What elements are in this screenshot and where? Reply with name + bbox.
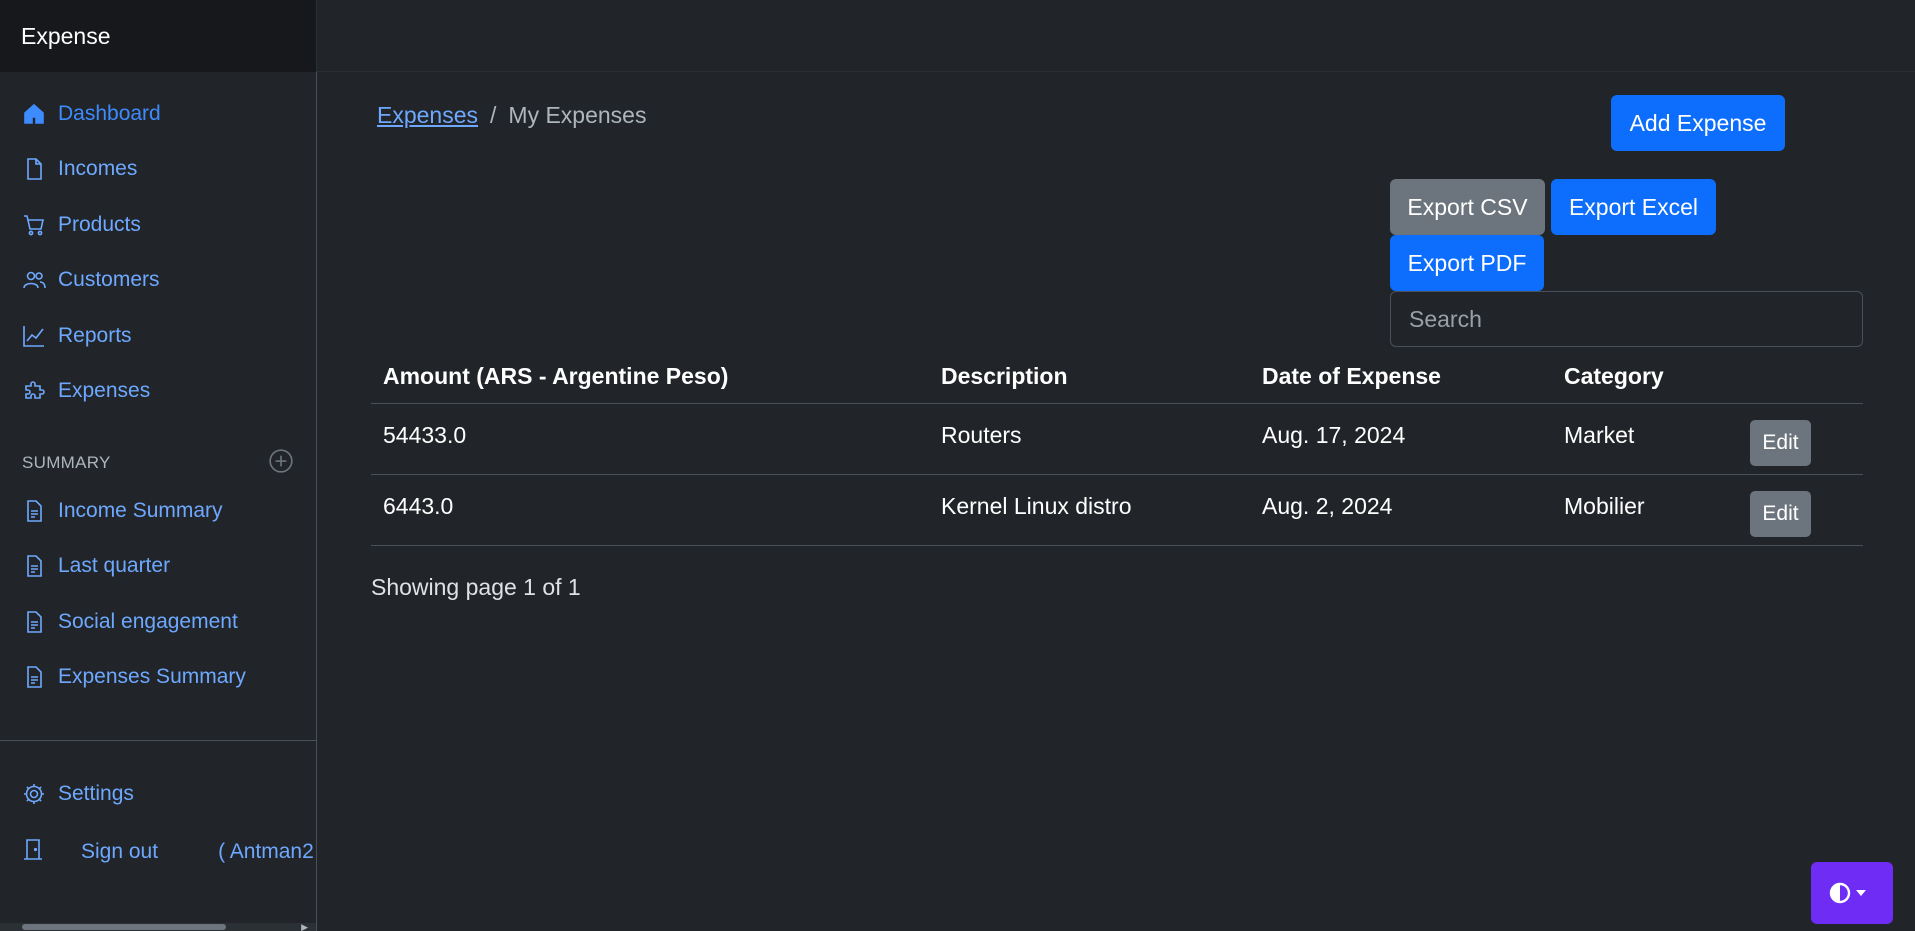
sidebar-item-social-engagement[interactable]: Social engagement bbox=[0, 594, 316, 650]
app-brand[interactable]: Expense bbox=[0, 0, 317, 72]
file-text-icon bbox=[21, 664, 47, 690]
summary-nav: Income Summary Last quarter Social engag… bbox=[0, 483, 316, 705]
sidebar-item-label: Products bbox=[58, 212, 141, 236]
sidebar-item-income-summary[interactable]: Income Summary bbox=[0, 483, 316, 539]
cell-amount: 6443.0 bbox=[371, 474, 929, 546]
cell-date: Aug. 2, 2024 bbox=[1250, 474, 1552, 546]
cell-amount: 54433.0 bbox=[371, 403, 929, 475]
cart-icon bbox=[21, 212, 47, 238]
sidebar-item-expenses-summary[interactable]: Expenses Summary bbox=[0, 650, 316, 706]
column-header-date[interactable]: Date of Expense bbox=[1250, 350, 1552, 404]
username-label: ( Antman2 bbox=[218, 839, 314, 863]
search-input[interactable] bbox=[1390, 291, 1863, 347]
breadcrumb-expenses-link[interactable]: Expenses bbox=[377, 102, 478, 128]
sidebar-nav: Dashboard Incomes Products Customers Rep… bbox=[0, 72, 316, 419]
column-header-description[interactable]: Description bbox=[929, 350, 1250, 404]
sidebar-divider bbox=[0, 740, 316, 741]
house-icon bbox=[21, 101, 47, 127]
cell-category: Market bbox=[1552, 403, 1738, 475]
sidebar-item-products[interactable]: Products bbox=[0, 197, 316, 253]
scrollbar-thumb[interactable] bbox=[22, 924, 226, 930]
summary-heading-label: SUMMARY bbox=[22, 453, 111, 472]
summary-section-heading: SUMMARY bbox=[0, 443, 316, 483]
contrast-icon bbox=[1829, 882, 1866, 904]
cell-actions: Edit bbox=[1738, 403, 1863, 475]
sidebar-item-label: Income Summary bbox=[58, 498, 223, 522]
gear-icon bbox=[21, 781, 47, 807]
table-row: 6443.0 Kernel Linux distro Aug. 2, 2024 … bbox=[371, 474, 1863, 546]
people-icon bbox=[21, 267, 47, 293]
theme-toggle-button[interactable] bbox=[1811, 862, 1893, 924]
file-text-icon bbox=[21, 498, 47, 524]
sidebar-item-settings[interactable]: Settings bbox=[0, 766, 316, 822]
file-icon bbox=[21, 156, 47, 182]
breadcrumb-separator: / bbox=[490, 102, 497, 128]
breadcrumb: Expenses / My Expenses bbox=[377, 102, 646, 129]
table-header-row: Amount (ARS - Argentine Peso) Descriptio… bbox=[371, 350, 1863, 404]
sidebar-item-dashboard[interactable]: Dashboard bbox=[0, 86, 316, 142]
sidebar-bottom: Settings Sign out ( Antman2 bbox=[0, 766, 316, 882]
column-header-amount[interactable]: Amount (ARS - Argentine Peso) bbox=[371, 350, 929, 404]
sidebar: Dashboard Incomes Products Customers Rep… bbox=[0, 72, 317, 931]
sidebar-item-label: Social engagement bbox=[58, 609, 238, 633]
edit-button[interactable]: Edit bbox=[1750, 490, 1811, 537]
expenses-table: Amount (ARS - Argentine Peso) Descriptio… bbox=[371, 350, 1863, 546]
top-bar bbox=[317, 0, 1915, 72]
sidebar-item-last-quarter[interactable]: Last quarter bbox=[0, 539, 316, 595]
cell-date: Aug. 17, 2024 bbox=[1250, 403, 1552, 475]
sidebar-item-customers[interactable]: Customers bbox=[0, 253, 316, 309]
cell-category: Mobilier bbox=[1552, 474, 1738, 546]
file-text-icon bbox=[21, 553, 47, 579]
sidebar-item-label: Settings bbox=[58, 781, 134, 805]
cell-description: Kernel Linux distro bbox=[929, 474, 1250, 546]
signout-link[interactable]: Sign out bbox=[81, 840, 158, 864]
cell-actions: Edit bbox=[1738, 474, 1863, 546]
cell-description: Routers bbox=[929, 403, 1250, 475]
puzzle-icon bbox=[21, 378, 47, 404]
plus-circle-icon[interactable] bbox=[268, 448, 294, 479]
sidebar-item-label: Customers bbox=[58, 268, 160, 292]
sidebar-item-label: Last quarter bbox=[58, 554, 171, 578]
pagination-status: Showing page 1 of 1 bbox=[371, 574, 581, 600]
table-row: 54433.0 Routers Aug. 17, 2024 Market Edi… bbox=[371, 403, 1863, 475]
signout-row: Sign out ( Antman2 bbox=[0, 822, 316, 882]
sidebar-item-reports[interactable]: Reports bbox=[0, 308, 316, 364]
sidebar-item-incomes[interactable]: Incomes bbox=[0, 142, 316, 198]
export-csv-button[interactable]: Export CSV bbox=[1390, 179, 1545, 235]
sidebar-item-label: Incomes bbox=[58, 157, 138, 181]
sidebar-item-expenses[interactable]: Expenses bbox=[0, 364, 316, 420]
sidebar-item-label: Expenses Summary bbox=[58, 665, 246, 689]
graph-icon bbox=[21, 323, 47, 349]
sidebar-item-label: Expenses bbox=[58, 379, 151, 403]
edit-button[interactable]: Edit bbox=[1750, 419, 1811, 466]
sidebar-horizontal-scrollbar[interactable]: ▶ bbox=[0, 922, 316, 931]
file-text-icon bbox=[21, 609, 47, 635]
add-expense-button[interactable]: Add Expense bbox=[1611, 95, 1785, 151]
export-excel-button[interactable]: Export Excel bbox=[1551, 179, 1716, 235]
column-header-actions bbox=[1738, 350, 1863, 404]
export-pdf-button[interactable]: Export PDF bbox=[1390, 235, 1544, 291]
column-header-category[interactable]: Category bbox=[1552, 350, 1738, 404]
breadcrumb-current: My Expenses bbox=[508, 102, 647, 128]
sidebar-item-label: Reports bbox=[58, 323, 132, 347]
sidebar-item-label: Dashboard bbox=[58, 101, 161, 125]
door-icon bbox=[21, 837, 47, 867]
scroll-right-arrow-icon[interactable]: ▶ bbox=[301, 922, 308, 931]
